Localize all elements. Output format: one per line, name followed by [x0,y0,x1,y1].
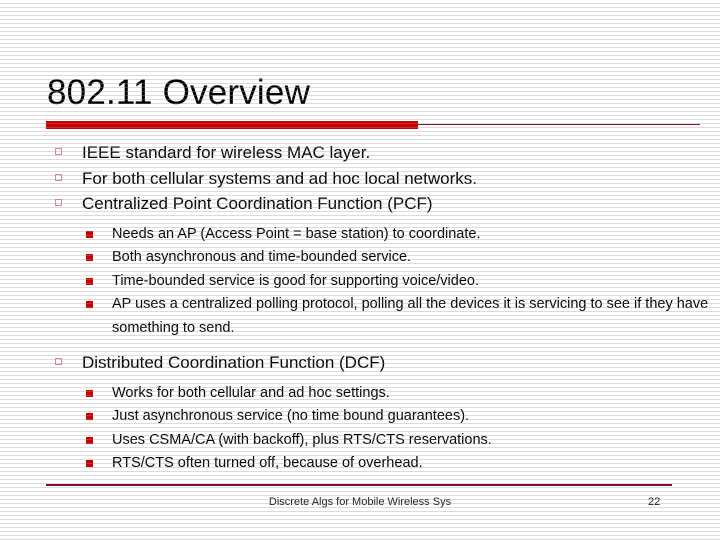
bullet-list-level2-pcf: Needs an AP (Access Point = base station… [82,223,720,341]
filled-square-bullet-icon [86,277,93,285]
filled-square-bullet-icon [86,301,93,308]
title-accent-bar [46,121,418,129]
list-item: Centralized Point Coordination Function … [0,191,720,340]
page-title: 802.11 Overview [47,73,311,112]
footer-label: Discrete Algs for Mobile Wireless Sys [268,496,452,508]
hollow-square-bullet-icon [55,199,62,206]
filled-square-bullet-icon [86,230,93,238]
bullet-text: Just asynchronous service (no time bound… [112,408,470,424]
list-item: Needs an AP (Access Point = base station… [82,223,720,247]
bullet-text: Centralized Point Coordination Function … [82,194,433,213]
list-item: Works for both cellular and ad hoc setti… [82,382,720,406]
list-item: For both cellular systems and ad hoc loc… [0,166,720,192]
bullet-text: RTS/CTS often turned off, because of ove… [112,455,423,471]
filled-square-bullet-icon [86,413,93,420]
bullet-text: Both asynchronous and time-bounded servi… [112,249,412,265]
hollow-square-bullet-icon [55,148,62,155]
presentation-slide: 802.11 Overview IEEE standard for wirele… [0,0,720,540]
bullet-text: IEEE standard for wireless MAC layer. [82,143,371,162]
list-item: IEEE standard for wireless MAC layer. [0,140,720,166]
footer-divider [46,484,672,486]
page-number: 22 [648,496,661,508]
list-item: Both asynchronous and time-bounded servi… [82,246,720,270]
bullet-text: Distributed Coordination Function (DCF) [82,353,386,372]
bullet-text: Needs an AP (Access Point = base station… [112,225,481,242]
bullet-text: AP uses a centralized polling protocol, … [112,296,709,336]
filled-square-bullet-icon [86,460,93,467]
bullet-list-level2-dcf: Works for both cellular and ad hoc setti… [82,382,720,476]
hollow-square-bullet-icon [55,173,62,181]
bullet-text: Works for both cellular and ad hoc setti… [112,384,390,401]
bullet-text: For both cellular systems and ad hoc loc… [82,168,477,188]
hollow-square-bullet-icon [55,358,62,365]
list-item: Distributed Coordination Function (DCF) … [0,350,720,476]
list-item: Time-bounded service is good for support… [82,270,720,294]
list-item: RTS/CTS often turned off, because of ove… [82,452,720,476]
bullet-text: Time-bounded service is good for support… [112,272,479,289]
list-item: Just asynchronous service (no time bound… [82,405,720,429]
filled-square-bullet-icon [86,389,93,397]
slide-content: IEEE standard for wireless MAC layer. Fo… [0,140,720,486]
list-item: AP uses a centralized polling protocol, … [82,293,720,340]
filled-square-bullet-icon [86,436,93,444]
filled-square-bullet-icon [86,254,93,261]
bullet-text: Uses CSMA/CA (with backoff), plus RTS/CT… [112,431,492,448]
list-item: Uses CSMA/CA (with backoff), plus RTS/CT… [82,429,720,453]
bullet-list-level1: IEEE standard for wireless MAC layer. Fo… [0,140,720,476]
